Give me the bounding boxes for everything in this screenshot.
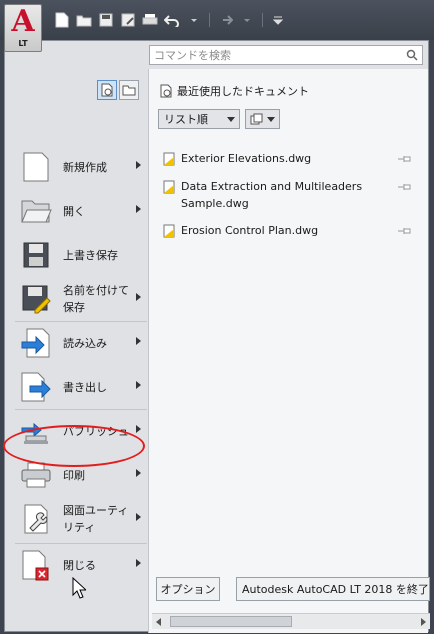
save-as-icon[interactable] — [120, 12, 136, 28]
chevron-right-icon — [136, 381, 141, 389]
save-icon[interactable] — [98, 12, 114, 28]
menu-item-drawing-utilities[interactable]: 図面ユーティリティ — [9, 498, 147, 540]
menu-item-print[interactable]: 印刷 — [9, 454, 147, 496]
edition-badge: LT — [18, 39, 28, 48]
pin-icon[interactable] — [397, 226, 413, 236]
recent-documents-pane: 最近使用したドキュメント リスト順 Exterior Elevations.dw… — [148, 69, 428, 633]
chevron-right-icon — [136, 425, 141, 433]
import-icon — [19, 326, 53, 360]
menu-item-save[interactable]: 上書き保存 — [9, 234, 147, 276]
dwg-file-icon — [163, 180, 175, 194]
recent-documents-icon[interactable] — [97, 80, 117, 100]
recent-document-item[interactable]: Erosion Control Plan.dwg — [163, 222, 413, 239]
wrench-icon — [19, 502, 53, 536]
menu-item-open[interactable]: 開く — [9, 190, 147, 232]
new-document-icon — [19, 150, 53, 184]
export-icon — [19, 370, 53, 404]
chevron-right-icon — [136, 337, 141, 345]
menu-item-label: 印刷 — [63, 468, 85, 482]
folder-open-icon — [19, 194, 53, 228]
chevron-right-icon — [136, 559, 141, 567]
chevron-right-icon — [136, 161, 141, 169]
command-search — [149, 45, 423, 65]
save-as-icon — [19, 282, 53, 316]
options-button[interactable]: オプション — [156, 577, 220, 601]
open-icon[interactable] — [76, 12, 92, 28]
menu-item-label: 上書き保存 — [63, 248, 118, 262]
recent-documents-header: 最近使用したドキュメント — [159, 83, 309, 99]
pin-icon[interactable] — [397, 154, 413, 164]
menu-commands: 新規作成 開く 上書き保存 名前を付けて保存 読み込み 書き出し パブリッシュ … — [5, 69, 147, 633]
undo-icon[interactable] — [164, 12, 180, 28]
search-icon[interactable] — [406, 49, 418, 64]
dwg-file-icon — [163, 152, 175, 166]
chevron-right-icon — [136, 293, 141, 301]
chevron-down-icon — [227, 117, 235, 122]
chevron-right-icon — [136, 513, 141, 521]
recent-document-name: Data Extraction and Multileaders Sample.… — [181, 180, 363, 210]
view-toggle — [97, 80, 139, 100]
menu-item-new[interactable]: 新規作成 — [9, 146, 147, 188]
close-document-icon — [19, 548, 53, 582]
application-menu: 新規作成 開く 上書き保存 名前を付けて保存 読み込み 書き出し — [4, 40, 430, 633]
exit-autocad-button[interactable]: Autodesk AutoCAD LT 2018 を終了 — [236, 577, 430, 601]
menu-item-label: 書き出し — [63, 380, 107, 394]
display-mode-select[interactable] — [245, 109, 280, 129]
command-search-input[interactable] — [154, 48, 404, 62]
menu-item-publish[interactable]: パブリッシュ — [9, 410, 147, 452]
application-menu-button[interactable]: A LT — [4, 4, 42, 52]
menu-item-label: パブリッシュ — [63, 424, 129, 438]
horizontal-scrollbar[interactable] — [152, 613, 430, 629]
menu-item-label: 読み込み — [63, 336, 107, 350]
sort-order-select[interactable]: リスト順 — [158, 109, 240, 129]
open-documents-icon[interactable] — [119, 80, 139, 100]
plot-icon[interactable] — [142, 12, 158, 28]
menu-item-label: 名前を付けて保存 — [63, 284, 129, 314]
new-icon[interactable] — [54, 12, 70, 28]
chevron-right-icon — [136, 205, 141, 213]
scroll-right-icon[interactable] — [421, 618, 426, 626]
menu-item-export[interactable]: 書き出し — [9, 366, 147, 408]
menu-item-save-as[interactable]: 名前を付けて保存 — [9, 278, 147, 320]
mouse-cursor-icon — [72, 577, 86, 599]
redo-icon[interactable] — [217, 12, 233, 28]
undo-dropdown-icon[interactable] — [186, 12, 202, 28]
recent-document-name: Erosion Control Plan.dwg — [181, 224, 319, 237]
menu-item-import[interactable]: 読み込み — [9, 322, 147, 364]
save-icon — [19, 238, 53, 272]
scrollbar-thumb[interactable] — [170, 616, 292, 627]
customize-icon[interactable] — [270, 12, 286, 28]
redo-dropdown-icon[interactable] — [239, 12, 255, 28]
chevron-down-icon — [267, 117, 275, 122]
dwg-file-icon — [163, 224, 175, 238]
pin-icon[interactable] — [397, 182, 413, 192]
chevron-right-icon — [136, 469, 141, 477]
menu-item-label: 図面ユーティリティ — [63, 504, 129, 534]
menu-item-label: 新規作成 — [63, 160, 107, 174]
title-bar — [0, 0, 434, 40]
recent-documents-title: 最近使用したドキュメント — [177, 85, 309, 98]
printer-icon — [19, 458, 53, 492]
sort-order-value: リスト順 — [164, 113, 208, 126]
recent-documents-icon — [160, 84, 172, 98]
menu-item-label: 閉じる — [63, 558, 96, 572]
autocad-logo-icon: A — [11, 4, 35, 39]
icon-view-icon — [250, 113, 263, 125]
scroll-left-icon[interactable] — [156, 618, 161, 626]
menu-item-label: 開く — [63, 204, 85, 218]
publish-icon — [19, 414, 53, 448]
quick-access-toolbar — [54, 12, 286, 28]
recent-document-item[interactable]: Exterior Elevations.dwg — [163, 150, 413, 167]
recent-document-name: Exterior Elevations.dwg — [181, 152, 312, 165]
recent-document-item[interactable]: Data Extraction and Multileaders Sample.… — [163, 178, 413, 212]
